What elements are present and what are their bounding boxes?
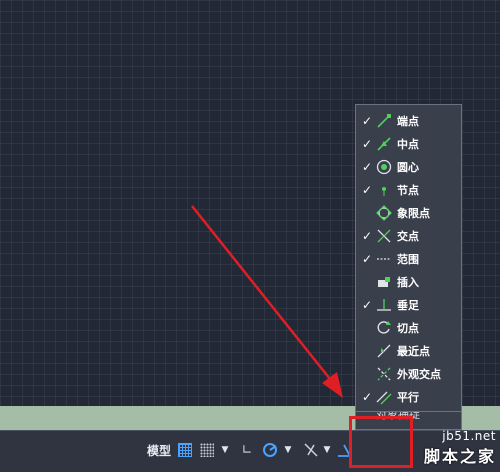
watermark-site: jb51.net xyxy=(442,429,496,443)
watermark-name: 脚本之家 xyxy=(423,447,496,466)
watermark: jb51.net 脚本之家 xyxy=(424,429,496,467)
annotation-arrow xyxy=(191,205,343,398)
